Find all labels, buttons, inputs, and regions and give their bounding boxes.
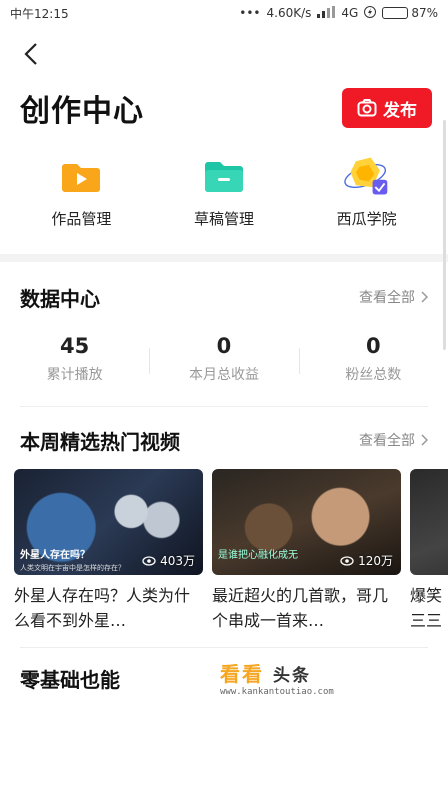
xigua-academy-icon bbox=[343, 152, 391, 200]
more-dots-icon: ••• bbox=[239, 6, 261, 20]
chevron-left-icon bbox=[24, 43, 37, 65]
signal-icon bbox=[317, 5, 336, 21]
status-bar: 中午12:15 ••• 4.60K/s 4G 87% bbox=[0, 0, 448, 26]
tool-works-management[interactable]: 作品管理 bbox=[26, 152, 136, 246]
tool-label: 西瓜学院 bbox=[336, 210, 397, 228]
eye-icon bbox=[142, 555, 156, 566]
stat-value: 0 bbox=[366, 334, 381, 358]
beginner-section-title: 零基础也能 bbox=[20, 667, 120, 692]
hot-videos-list: 外星人存在吗？ 人类文明在宇宙中是怎样的存在？ 403万 外星人存在吗？人类为什… bbox=[0, 469, 448, 639]
tool-label: 作品管理 bbox=[51, 210, 112, 228]
thumbnail-subcaption: 人类文明在宇宙中是怎样的存在？ bbox=[20, 564, 125, 572]
hot-videos-title: 本周精选热门视频 bbox=[20, 429, 180, 454]
video-thumbnail: 是谁把心融化成无 120万 bbox=[212, 469, 401, 575]
status-time: 中午12:15 bbox=[10, 6, 69, 21]
hot-videos-header: 本周精选热门视频 查看全部 bbox=[0, 411, 448, 469]
charging-icon bbox=[364, 5, 377, 21]
title-row: 创作中心 发布 bbox=[0, 82, 448, 134]
stat-value: 0 bbox=[216, 334, 232, 358]
video-card[interactable]: 爆笑三三 bbox=[410, 469, 448, 639]
battery-percent: 87% bbox=[411, 6, 438, 20]
battery-indicator: 87% bbox=[382, 6, 438, 20]
stat-label: 粉丝总数 bbox=[345, 367, 402, 383]
hot-videos-see-all[interactable]: 查看全部 bbox=[359, 430, 428, 450]
divider bbox=[20, 406, 428, 407]
publish-button[interactable]: 发布 bbox=[342, 88, 432, 128]
tool-label: 草稿管理 bbox=[193, 210, 254, 228]
scrollbar[interactable] bbox=[443, 120, 446, 350]
top-nav bbox=[0, 26, 448, 82]
folder-orange-icon bbox=[57, 152, 105, 200]
data-center-header: 数据中心 查看全部 bbox=[0, 268, 448, 326]
page-title: 创作中心 bbox=[20, 94, 144, 129]
stat-total-plays[interactable]: 45 累计播放 bbox=[0, 334, 149, 384]
view-count: 120万 bbox=[340, 552, 393, 569]
thumbnail-caption: 外星人存在吗？ bbox=[20, 550, 90, 561]
battery-icon bbox=[382, 7, 409, 19]
watermark-logo: 看看 头条 www.kankantoutiao.com bbox=[220, 662, 334, 697]
back-button[interactable] bbox=[16, 39, 46, 69]
stat-label: 累计播放 bbox=[46, 367, 103, 383]
stat-value: 45 bbox=[60, 334, 90, 358]
video-thumbnail bbox=[410, 469, 448, 575]
camera-icon bbox=[357, 99, 377, 117]
tool-drafts-management[interactable]: 草稿管理 bbox=[169, 152, 279, 246]
tool-xigua-academy[interactable]: 西瓜学院 bbox=[312, 152, 422, 246]
video-thumbnail: 外星人存在吗？ 人类文明在宇宙中是怎样的存在？ 403万 bbox=[14, 469, 203, 575]
stats-row: 45 累计播放 0 本月总收益 0 粉丝总数 bbox=[0, 326, 448, 392]
video-title: 爆笑三三 bbox=[410, 586, 443, 630]
video-title: 外星人存在吗？人类为什么看不到外星… bbox=[14, 586, 191, 630]
stat-total-fans[interactable]: 0 粉丝总数 bbox=[298, 334, 448, 384]
tools-row: 作品管理 草稿管理 西瓜学院 bbox=[0, 134, 448, 246]
video-card[interactable]: 是谁把心融化成无 120万 最近超火的几首歌，哥几个串成一首来… bbox=[212, 469, 401, 639]
chevron-right-icon bbox=[421, 434, 428, 446]
section-divider bbox=[0, 254, 448, 262]
network-speed: 4.60K/s bbox=[266, 6, 312, 20]
view-count: 403万 bbox=[142, 552, 195, 569]
network-type: 4G bbox=[341, 6, 359, 20]
data-center-title: 数据中心 bbox=[20, 286, 100, 311]
video-card[interactable]: 外星人存在吗？ 人类文明在宇宙中是怎样的存在？ 403万 外星人存在吗？人类为什… bbox=[14, 469, 203, 639]
stat-monthly-income[interactable]: 0 本月总收益 bbox=[149, 334, 298, 384]
data-center-see-all[interactable]: 查看全部 bbox=[359, 287, 428, 307]
beginner-section-header: 零基础也能 看看 头条 www.kankantoutiao.com bbox=[0, 648, 448, 708]
stat-label: 本月总收益 bbox=[188, 367, 259, 383]
folder-teal-icon bbox=[200, 152, 248, 200]
status-icons: ••• 4.60K/s 4G 87% bbox=[239, 5, 438, 21]
video-title: 最近超火的几首歌，哥几个串成一首来… bbox=[212, 586, 389, 630]
thumbnail-caption: 是谁把心融化成无 bbox=[218, 550, 298, 561]
eye-icon bbox=[340, 555, 354, 566]
chevron-right-icon bbox=[421, 291, 428, 303]
publish-label: 发布 bbox=[383, 100, 417, 121]
